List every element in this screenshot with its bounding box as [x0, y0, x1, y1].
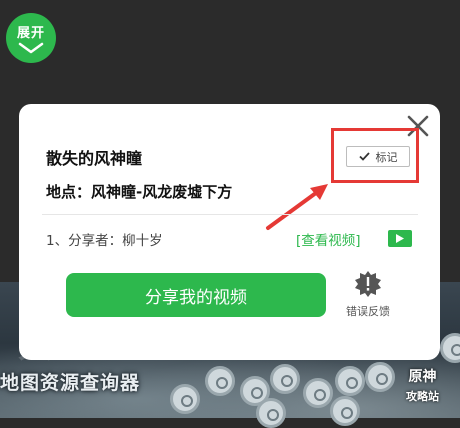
location-text: 地点：风神瞳-风龙废墟下方 [46, 183, 233, 201]
play-icon [396, 234, 404, 243]
brand-subtitle: 攻略站 [406, 390, 439, 403]
brand-name: 原神 [408, 369, 437, 385]
map-pin-icon[interactable] [335, 366, 365, 396]
popup-title: 散失的风神瞳 [46, 149, 143, 168]
sharer-text: 1、分享者：柳十岁 [46, 233, 163, 249]
map-pin-icon[interactable] [170, 384, 200, 414]
report-error-button[interactable]: 错误反馈 [340, 271, 396, 319]
map-pin-icon[interactable] [365, 362, 395, 392]
annotation-arrow-icon [266, 184, 328, 230]
map-pin-icon[interactable] [330, 396, 360, 426]
brand-logo: 原神 攻略站 [395, 366, 450, 404]
expand-label: 展开 [16, 26, 45, 41]
view-video-link[interactable]: [查看视频] [296, 229, 361, 249]
report-label: 错误反馈 [346, 305, 390, 318]
map-pin-icon[interactable] [303, 378, 333, 408]
map-pin-icon[interactable] [270, 364, 300, 394]
expand-button[interactable]: 展开 [6, 13, 56, 63]
play-button[interactable] [388, 230, 412, 247]
share-video-button[interactable]: 分享我的视频 [66, 273, 326, 317]
gear-alert-icon [355, 271, 381, 297]
map-title: 地图资源查询器 [0, 372, 141, 394]
divider [42, 214, 418, 215]
map-pin-icon[interactable] [205, 366, 235, 396]
map-pin-icon[interactable] [256, 398, 286, 428]
annotation-highlight-box [331, 128, 419, 183]
chevron-down-icon [18, 42, 44, 54]
